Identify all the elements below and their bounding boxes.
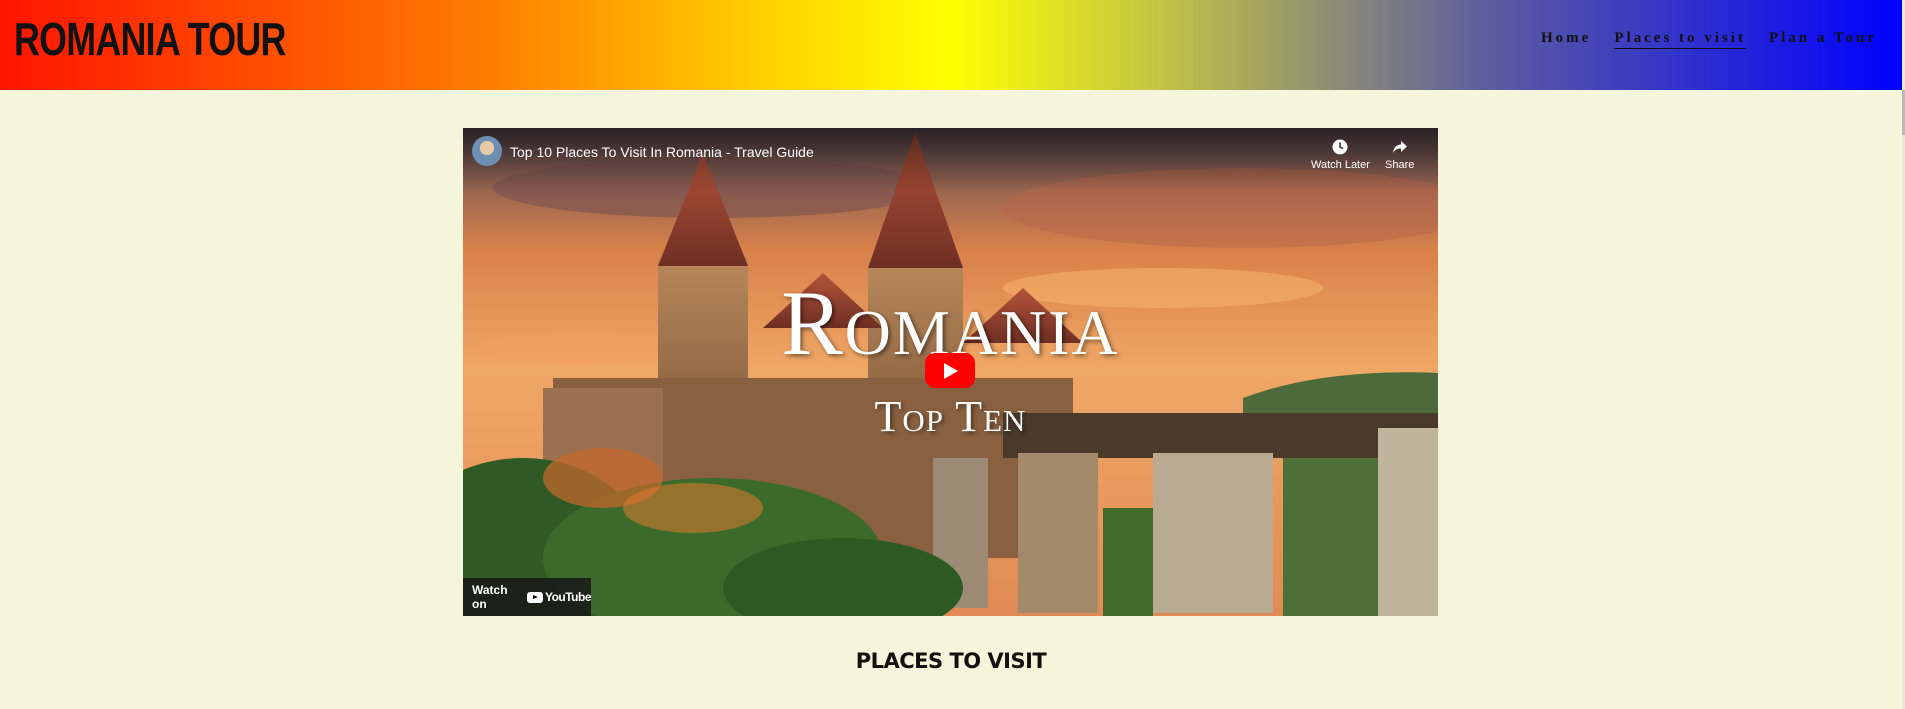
play-button[interactable] xyxy=(925,353,975,388)
youtube-logo: YouTube xyxy=(526,590,592,604)
share-icon xyxy=(1392,141,1407,153)
watch-later-label: Watch Later xyxy=(1311,159,1370,171)
video-top-bar xyxy=(463,128,1438,192)
share-label: Share xyxy=(1385,159,1415,171)
youtube-play-icon xyxy=(526,591,543,603)
watch-later-button[interactable]: Watch Later xyxy=(1311,138,1370,171)
channel-avatar[interactable] xyxy=(472,136,502,166)
nav-home-link[interactable]: Home xyxy=(1541,30,1591,49)
nav-plan-a-tour-link[interactable]: Plan a Tour xyxy=(1769,30,1877,49)
main-nav: Home Places to visit Plan a Tour xyxy=(1541,30,1877,49)
watch-on-youtube-button[interactable]: Watch on YouTube xyxy=(463,578,592,616)
share-button[interactable]: Share xyxy=(1385,138,1414,171)
youtube-wordmark: YouTube xyxy=(544,590,592,604)
clock-icon xyxy=(1332,139,1348,155)
places-to-visit-heading: PLACES TO VISIT xyxy=(855,649,1047,673)
site-logo[interactable]: ROMANIA TOUR xyxy=(14,11,286,67)
nav-places-to-visit-link[interactable]: Places to visit xyxy=(1614,30,1746,49)
youtube-video-embed[interactable]: Top 10 Places To Visit In Romania - Trav… xyxy=(463,128,1438,616)
video-title[interactable]: Top 10 Places To Visit In Romania - Trav… xyxy=(510,144,814,160)
watch-on-label: Watch on xyxy=(472,583,508,611)
thumbnail-subtitle: Top Ten xyxy=(874,392,1027,441)
site-header: ROMANIA TOUR Home Places to visit Plan a… xyxy=(0,0,1902,90)
